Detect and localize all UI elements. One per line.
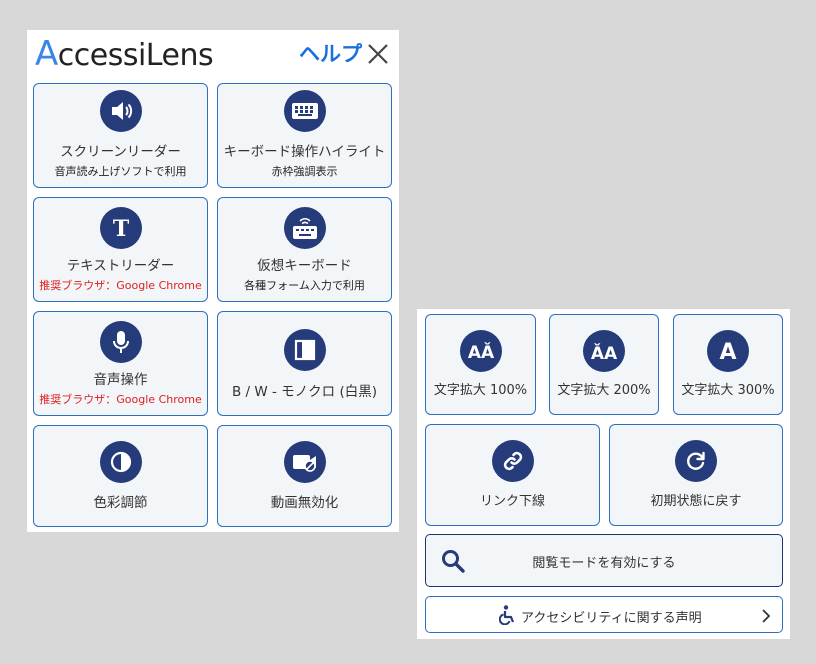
tile-label: 仮想キーボード [257,258,352,274]
icon-glyph: AǍ [467,341,494,362]
accessibility-panel-extra: AǍ 文字拡大 100% ǍA 文字拡大 200% A 文字拡大 300% リン… [417,309,790,639]
text-size-200-tile[interactable]: ǍA 文字拡大 200% [549,314,659,415]
link-icon [491,440,534,482]
accessibility-statement-label: アクセシビリティに関する声明 [521,611,702,626]
browse-mode-label: 閲覧モードを有効にする [532,556,676,571]
accessibility-statement-link[interactable]: アクセシビリティに関する声明 [425,596,783,633]
browse-mode-button[interactable]: 閲覧モードを有効にする [425,534,783,587]
tile-sublabel: 赤枠強調表示 [271,165,338,178]
tile-label: スクリーンリーダー [60,144,181,160]
contrast-icon [99,441,142,483]
speaker-icon [99,90,142,132]
voice-control-tile[interactable]: 音声操作 推奨ブラウザ：Google Chrome [33,311,208,416]
text-size-100-icon: AǍ [459,330,502,372]
tile-label: 文字拡大 300% [681,383,775,398]
panel-header: AccessiLens ヘルプ [27,30,399,82]
accessilens-logo: AccessiLens [35,34,214,74]
keyboard-highlight-tile[interactable]: キーボード操作ハイライト 赤枠強調表示 [217,83,392,188]
keyboard-icon [283,90,326,132]
text-size-300-icon: A [707,330,749,372]
virtual-keyboard-tile[interactable]: 仮想キーボード 各種フォーム入力で利用 [217,197,392,302]
tile-sublabel: 音声読み上げソフトで利用 [54,165,187,178]
tile-label: キーボード操作ハイライト [223,144,386,160]
tile-sublabel: 推奨ブラウザ：Google Chrome [39,279,202,292]
help-link[interactable]: ヘルプ [299,38,362,68]
disable-video-tile[interactable]: 動画無効化 [217,425,392,527]
tile-label: 文字拡大 200% [557,383,651,398]
microphone-icon [99,321,142,363]
video-off-icon [283,441,326,483]
icon-glyph: A [719,340,736,363]
tile-label: 動画無効化 [270,495,339,511]
tile-label: テキストリーダー [66,258,175,274]
close-icon[interactable] [365,41,391,67]
reset-tile[interactable]: 初期状態に戻す [609,424,783,526]
tile-label: B / W - モノクロ (白黒) [231,384,378,400]
reset-icon [675,440,717,482]
tile-label: 初期状態に戻す [650,494,742,509]
svg-text:T: T [112,216,129,240]
chevron-right-icon [762,609,771,623]
monochrome-icon [283,329,326,371]
tile-sublabel: 推奨ブラウザ：Google Chrome [39,393,202,406]
tile-label: 文字拡大 100% [433,383,528,398]
text-size-100-tile[interactable]: AǍ 文字拡大 100% [425,314,536,415]
monochrome-tile[interactable]: B / W - モノクロ (白黒) [217,311,392,416]
tile-label: リンク下線 [479,494,545,509]
text-t-icon: T [99,207,142,249]
text-size-200-icon: ǍA [583,330,625,372]
tile-label: 音声操作 [93,372,148,388]
virtual-keyboard-icon [283,207,326,249]
link-underline-tile[interactable]: リンク下線 [425,424,600,526]
tile-sublabel: 各種フォーム入力で利用 [244,279,365,292]
tile-label: 色彩調節 [93,495,148,511]
screen-reader-tile[interactable]: スクリーンリーダー 音声読み上げソフトで利用 [33,83,208,188]
color-adjust-tile[interactable]: 色彩調節 [33,425,208,527]
text-size-300-tile[interactable]: A 文字拡大 300% [673,314,783,415]
icon-glyph: ǍA [591,342,618,363]
accessibility-panel-main: AccessiLens ヘルプ スクリーンリーダー 音声読み上げソフトで利用 キ… [27,30,399,532]
wheelchair-icon [499,605,515,625]
text-reader-tile[interactable]: T テキストリーダー 推奨ブラウザ：Google Chrome [33,197,208,302]
